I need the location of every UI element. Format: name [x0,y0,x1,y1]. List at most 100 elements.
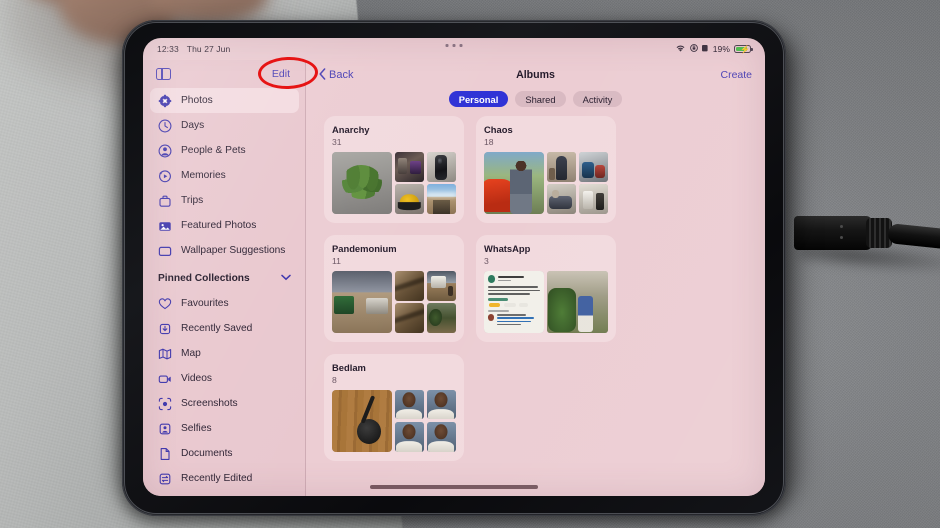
album-count: 8 [332,374,337,385]
sidebar-toggle-icon[interactable] [156,67,171,81]
album-title: Anarchy [332,124,370,136]
album-count: 3 [484,255,489,266]
album-thumbnail [426,421,456,452]
tab-personal[interactable]: Personal [448,91,509,108]
sidebar-item-selfies[interactable]: Selfies [150,416,299,441]
album-title: Chaos [484,124,513,136]
sidebar-item-memories[interactable]: Memories [150,163,299,188]
handle-dot [452,44,456,47]
album-thumbnail [426,184,456,215]
album-count: 11 [332,255,341,266]
album-card-pandemonium[interactable]: Pandemonium 11 [324,235,464,342]
tab-activity[interactable]: Activity [572,91,623,108]
album-thumbnail [426,152,456,182]
album-thumbnail [546,270,608,333]
sidebar-item-documents[interactable]: Documents [150,441,299,466]
sidebar-item-trips[interactable]: Trips [150,188,299,213]
multitasking-handle[interactable] [445,44,463,47]
album-thumbnails [332,389,456,452]
album-thumbnail [394,152,424,182]
album-title: Pandemonium [332,243,397,255]
sidebar-item-label: Screenshots [181,398,238,409]
album-thumbnail-grid [394,152,456,215]
album-thumbnail [394,389,424,420]
sidebar-item-label: Memories [181,170,226,181]
album-card-bedlam[interactable]: Bedlam 8 [324,353,464,461]
sidebar-section-pinned-collections[interactable]: Pinned Collections [150,265,299,291]
sidebar-item-label: People & Pets [181,145,246,156]
album-thumbnail [426,389,456,420]
photo-scene: 12:33 Thu 27 Jun 19% ⚡ Edit Photos Days … [0,0,940,528]
album-thumbnail-main [332,389,392,452]
album-thumbnail-grid [546,270,608,333]
section-label: Pinned Collections [158,272,250,284]
sidebar: Edit Photos Days People & Pets Memories … [143,60,306,496]
edit-button[interactable]: Edit [269,67,293,81]
album-thumbnail-main [484,270,544,333]
album-thumbnail [578,184,608,215]
photos-flower-icon [158,94,172,108]
rotation-lock-icon [689,44,698,54]
album-thumbnail [426,270,456,301]
person-circle-icon [158,144,172,158]
cellular-icon [701,44,709,54]
document-icon [158,447,172,461]
sidebar-item-recently-saved[interactable]: Recently Saved [150,316,299,341]
album-thumbnails [484,270,608,333]
clock-icon [158,119,172,133]
download-box-icon [158,322,172,336]
sidebar-item-wallpaper-suggestions[interactable]: Wallpaper Suggestions [150,238,299,263]
album-thumbnail [578,152,608,182]
sidebar-item-people-and-pets[interactable]: People & Pets [150,138,299,163]
sidebar-item-favourites[interactable]: Favourites [150,291,299,316]
create-button[interactable]: Create [720,69,752,81]
sidebar-item-label: Photos [181,95,213,106]
album-thumbnail [426,303,456,333]
chevron-down-icon[interactable] [281,274,291,283]
sidebar-item-recently-edited[interactable]: Recently Edited [150,466,299,491]
sidebar-item-label: Selfies [181,423,212,434]
detail-navigation-bar: Back Albums Create [306,60,765,90]
album-title: WhatsApp [484,243,531,255]
battery-percent: 19% [712,44,730,54]
sidebar-item-label: Wallpaper Suggestions [181,245,286,256]
album-thumbnail [546,152,576,182]
sidebar-item-label: Documents [181,448,233,459]
back-button[interactable]: Back [319,67,354,82]
sidebar-item-videos[interactable]: Videos [150,366,299,391]
ipad-device: 12:33 Thu 27 Jun 19% ⚡ Edit Photos Days … [122,20,786,516]
recently-edited-icon [158,472,172,486]
album-card-anarchy[interactable]: Anarchy 31 [324,116,464,224]
battery-charging-icon: ⚡ [734,44,753,53]
wifi-icon [675,44,686,55]
sidebar-item-label: Days [181,120,205,131]
sidebar-item-days[interactable]: Days [150,113,299,138]
sidebar-item-photos[interactable]: Photos [150,88,299,113]
home-indicator[interactable] [370,485,538,489]
album-thumbnail [394,270,424,301]
album-thumbnail-grid [394,270,456,333]
sidebar-item-label: Map [181,348,201,359]
albums-detail-pane: Back Albums Create Personal Shared Activ… [306,60,765,496]
tab-shared[interactable]: Shared [515,91,566,108]
albums-grid: Anarchy 31 Chaos 18 Pandemonium 11 Whats… [306,116,765,461]
album-card-chaos[interactable]: Chaos 18 [476,116,616,224]
sidebar-item-screenshots[interactable]: Screenshots [150,391,299,416]
sidebar-item-label: Videos [181,373,212,384]
sidebar-item-label: Recently Edited [181,473,253,484]
wallpaper-icon [158,244,172,258]
screenshot-camera-icon [158,397,172,411]
album-thumbnails [484,152,608,215]
featured-photo-icon [158,219,172,233]
map-icon [158,347,172,361]
plug-dot [840,236,843,239]
selfie-person-icon [158,422,172,436]
sidebar-item-map[interactable]: Map [150,341,299,366]
handle-dot [445,44,449,47]
back-label: Back [329,69,354,81]
sidebar-item-featured-photos[interactable]: Featured Photos [150,213,299,238]
album-card-whatsapp[interactable]: WhatsApp 3 [476,235,616,342]
album-thumbnails [332,152,456,215]
sidebar-item-label: Featured Photos [181,220,257,231]
album-thumbnail-main [484,152,544,215]
